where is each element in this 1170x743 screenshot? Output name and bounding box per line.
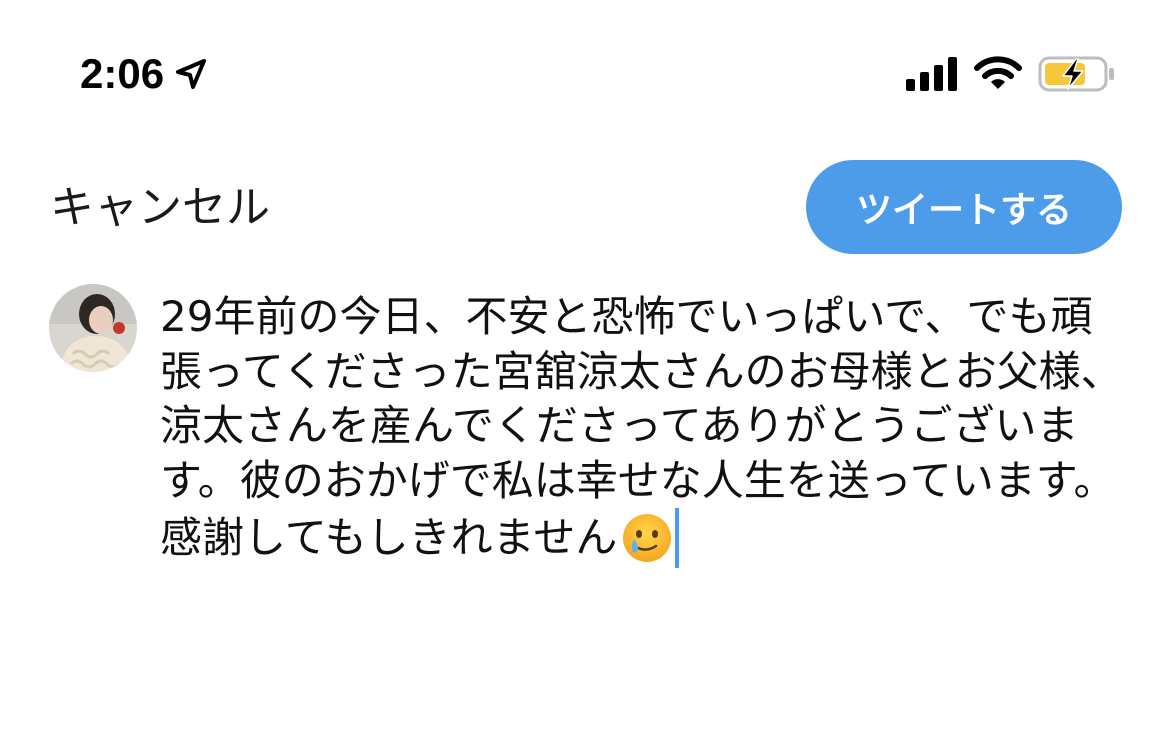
status-bar: 2:06 [0, 0, 1170, 150]
cancel-button[interactable]: キャンセル [50, 180, 270, 236]
face-holding-back-tears-icon [621, 512, 673, 564]
time-group: 2:06 [80, 48, 208, 100]
status-icons [906, 52, 1118, 96]
location-arrow-icon [174, 57, 208, 91]
status-time: 2:06 [80, 50, 165, 97]
user-avatar[interactable] [49, 284, 137, 372]
text-cursor [675, 508, 680, 568]
battery-charging-icon [1038, 55, 1118, 93]
tweet-text-input[interactable]: 29年前の今日、不安と恐怖でいっぱいで、でも頑張ってくださった宮舘涼太さんのお母… [160, 290, 1130, 568]
tweet-button[interactable]: ツイートする [806, 160, 1122, 254]
cellular-signal-icon [906, 57, 960, 91]
compose-area: 29年前の今日、不安と恐怖でいっぱいで、でも頑張ってくださった宮舘涼太さんのお母… [0, 280, 1170, 700]
compose-nav-bar: キャンセル ツイートする [0, 150, 1170, 265]
wifi-icon [974, 56, 1022, 92]
